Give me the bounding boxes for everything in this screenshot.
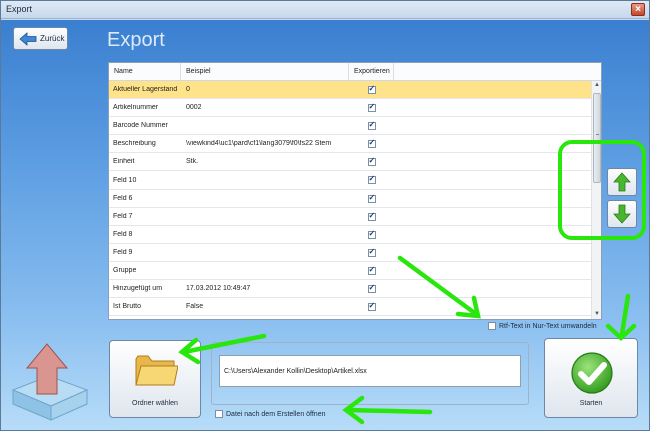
- column-header-name[interactable]: Name: [109, 63, 181, 80]
- export-checkbox[interactable]: [367, 138, 376, 149]
- export-checkbox[interactable]: [367, 265, 376, 275]
- export-checkbox[interactable]: [367, 247, 376, 257]
- file-path-field[interactable]: C:\Users\Alexander Kollin\Desktop\Artike…: [219, 355, 521, 387]
- row-name: Artikelnummer: [113, 104, 159, 112]
- row-name: Beschreibung: [113, 140, 156, 148]
- row-export-cell: [349, 174, 394, 185]
- table-row[interactable]: Feld 9: [109, 244, 601, 262]
- row-name: Feld 10: [113, 176, 137, 184]
- grid-header: Name Beispiel Exportieren: [109, 63, 601, 81]
- export-checkbox[interactable]: [367, 301, 376, 312]
- export-checkbox[interactable]: [367, 193, 376, 203]
- export-window: Export × Zurück Export Name Beispiel Exp…: [0, 0, 650, 431]
- export-checkbox[interactable]: [367, 283, 376, 293]
- row-name: Barcode Nummer: [113, 122, 168, 130]
- row-name: Gruppe: [113, 266, 137, 274]
- row-example: False: [186, 303, 204, 311]
- open-after-checkbox[interactable]: [215, 410, 223, 418]
- table-row[interactable]: Beschreibung \viewkind4\uc1\pard\cf1\lang…: [109, 135, 601, 154]
- table-row[interactable]: Feld 10: [109, 171, 601, 190]
- export-checkbox[interactable]: [367, 84, 376, 94]
- export-checkbox[interactable]: [367, 120, 376, 131]
- page-title: Export: [107, 29, 165, 51]
- open-after-label: Datei nach dem Erstellen öffnen: [226, 410, 326, 418]
- window-title: Export: [6, 4, 33, 14]
- export-checkbox[interactable]: [367, 156, 376, 167]
- row-example: 17.03.2012 10:49:47: [186, 285, 251, 293]
- column-header-example[interactable]: Beispiel: [181, 63, 349, 80]
- fields-grid: Name Beispiel Exportieren Aktueller Lage…: [108, 62, 602, 320]
- rtf-option[interactable]: Rtf-Text in Nur-Text umwandeln: [488, 322, 597, 330]
- row-export-cell: [349, 283, 394, 293]
- start-label: Starten: [579, 400, 603, 407]
- folder-icon: [135, 355, 178, 386]
- row-name: Aktueller Lagerstand: [113, 86, 178, 94]
- row-name: Feld 7: [113, 212, 133, 220]
- export-logo-icon: [11, 343, 89, 421]
- choose-folder-button[interactable]: Ordner wählen: [109, 340, 201, 418]
- export-checkbox[interactable]: [367, 174, 376, 185]
- start-button[interactable]: Starten: [544, 338, 638, 418]
- row-name: Hinzugefügt um: [113, 285, 163, 293]
- export-checkbox[interactable]: [367, 211, 376, 221]
- row-name: Feld 6: [113, 194, 133, 202]
- table-row[interactable]: Feld 7: [109, 208, 601, 226]
- scroll-up-icon[interactable]: ▲: [593, 81, 601, 90]
- back-button-label: Zurück: [40, 34, 65, 43]
- row-example: 0002: [186, 104, 202, 112]
- table-row[interactable]: Artikelnummer 0002: [109, 99, 601, 118]
- green-arrow-up-icon: [613, 172, 631, 192]
- table-row[interactable]: Aktueller Lagerstand 0: [109, 81, 601, 100]
- grid-scrollbar[interactable]: ▲ ▼: [591, 81, 601, 319]
- row-export-cell: [349, 120, 394, 131]
- table-row[interactable]: Ist Brutto False: [109, 298, 601, 317]
- row-name: Ist Brutto: [113, 303, 142, 311]
- grid-body: Aktueller Lagerstand 0 Artikelnummer 0002 Ba…: [109, 81, 601, 317]
- export-checkbox[interactable]: [367, 229, 376, 239]
- checkmark-icon: [571, 352, 613, 394]
- move-down-button[interactable]: [607, 200, 637, 228]
- table-row[interactable]: Feld 8: [109, 226, 601, 244]
- row-export-cell: [349, 247, 394, 257]
- table-row[interactable]: Gruppe: [109, 262, 601, 281]
- row-name: Feld 8: [113, 230, 133, 238]
- table-row[interactable]: Feld 6: [109, 190, 601, 208]
- row-export-cell: [349, 265, 394, 275]
- row-export-cell: [349, 301, 394, 312]
- title-bar: Export ×: [1, 1, 649, 19]
- move-up-button[interactable]: [607, 168, 637, 196]
- export-checkbox[interactable]: [367, 102, 376, 113]
- column-header-export[interactable]: Exportieren: [349, 63, 394, 80]
- row-export-cell: [349, 84, 394, 94]
- scroll-down-icon[interactable]: ▼: [593, 310, 601, 319]
- row-export-cell: [349, 229, 394, 239]
- row-export-cell: [349, 211, 394, 221]
- table-row[interactable]: Einheit Stk.: [109, 153, 601, 172]
- row-example: Stk.: [186, 158, 199, 166]
- client-area: Zurück Export Name Beispiel Exportieren …: [1, 20, 649, 430]
- open-after-option[interactable]: Datei nach dem Erstellen öffnen: [215, 410, 326, 418]
- table-row[interactable]: Hinzugefügt um 17.03.2012 10:49:47: [109, 280, 601, 299]
- close-button[interactable]: ×: [631, 3, 645, 16]
- row-name: Feld 9: [113, 248, 133, 256]
- back-arrow-icon: [19, 31, 37, 46]
- row-export-cell: [349, 138, 394, 149]
- scroll-thumb[interactable]: [593, 93, 601, 183]
- row-export-cell: [349, 193, 394, 203]
- back-button[interactable]: Zurück: [13, 27, 68, 50]
- row-name: Einheit: [113, 158, 135, 166]
- file-path-group: C:\Users\Alexander Kollin\Desktop\Artike…: [211, 342, 529, 405]
- row-example: \viewkind4\uc1\pard\cf1\lang3079\f0\fs22…: [186, 140, 332, 148]
- row-export-cell: [349, 156, 394, 167]
- row-export-cell: [349, 102, 394, 113]
- row-example: 0: [186, 86, 190, 94]
- table-row[interactable]: Barcode Nummer: [109, 117, 601, 136]
- choose-folder-label: Ordner wählen: [132, 400, 178, 407]
- rtf-checkbox[interactable]: [488, 322, 496, 330]
- rtf-label: Rtf-Text in Nur-Text umwandeln: [499, 322, 597, 330]
- green-arrow-down-icon: [613, 204, 631, 224]
